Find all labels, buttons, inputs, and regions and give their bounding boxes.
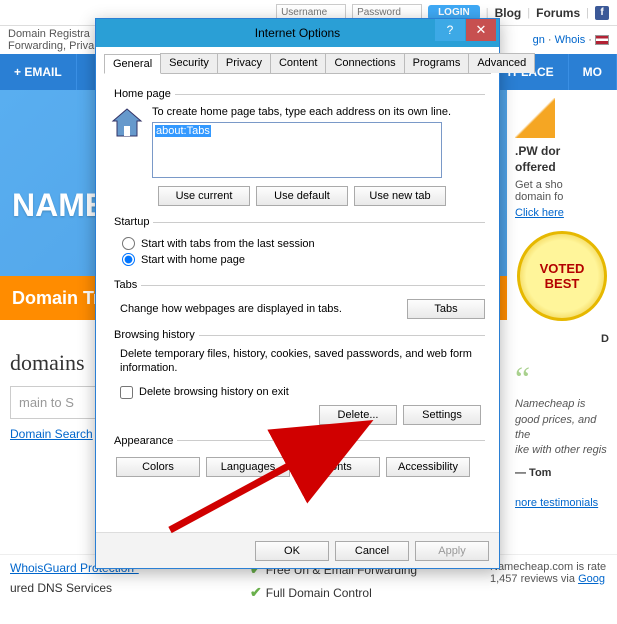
reviews-text: 1,457 reviews via [490, 573, 575, 585]
tab-connections[interactable]: Connections [325, 53, 404, 73]
nav-more[interactable]: MO [569, 54, 617, 90]
startup-last-session[interactable]: Start with tabs from the last session [122, 237, 485, 250]
homepage-textarea[interactable]: about:Tabs [152, 122, 442, 178]
tabs-desc: Change how webpages are displayed in tab… [110, 303, 342, 315]
delete-on-exit[interactable]: Delete browsing history on exit [120, 386, 485, 399]
promo-text: domain fo [515, 191, 563, 203]
more-testimonials-link[interactable]: nore testimonials [515, 497, 598, 509]
bh-legend: Browsing history [110, 329, 199, 341]
tagline: Domain Registra [8, 28, 90, 40]
facebook-icon[interactable]: f [595, 6, 609, 20]
check-icon: ✔ [250, 584, 262, 600]
close-button[interactable]: ✕ [466, 19, 496, 41]
new-ribbon-icon [515, 98, 555, 138]
adv-search-link[interactable]: Domain Search [10, 427, 93, 441]
sep: | [586, 7, 589, 19]
google-link[interactable]: Goog [578, 573, 605, 585]
d-label: D [515, 333, 609, 345]
radio-label: Start with home page [141, 254, 245, 266]
promo-text: Get a sho [515, 179, 563, 191]
browsing-history-group: Browsing history Delete temporary files,… [110, 329, 485, 425]
settings-button[interactable]: Settings [403, 405, 481, 425]
cancel-button[interactable]: Cancel [335, 541, 409, 561]
homepage-desc: To create home page tabs, type each addr… [152, 106, 485, 118]
dialog-titlebar[interactable]: Internet Options ? ✕ [96, 19, 499, 47]
dialog-title: Internet Options [255, 26, 340, 40]
tab-programs[interactable]: Programs [404, 53, 470, 73]
forums-link[interactable]: Forums [536, 6, 580, 20]
tab-security[interactable]: Security [160, 53, 218, 73]
bh-desc: Delete temporary files, history, cookies… [110, 347, 485, 380]
sep: | [486, 7, 489, 19]
colors-button[interactable]: Colors [116, 457, 200, 477]
startup-legend: Startup [110, 216, 153, 228]
help-button[interactable]: ? [435, 19, 465, 41]
voted-best-badge: VOTED BEST [517, 231, 607, 321]
dialog-footer: OK Cancel Apply [96, 532, 499, 568]
tab-advanced[interactable]: Advanced [468, 53, 535, 73]
testimonial-author: — Tom [515, 467, 609, 479]
badge-text: BEST [545, 276, 580, 291]
quote-mark-icon: “ [515, 361, 530, 398]
internet-options-dialog: Internet Options ? ✕ General Security Pr… [95, 18, 500, 569]
appearance-legend: Appearance [110, 435, 177, 447]
tab-general[interactable]: General [104, 54, 161, 74]
appearance-group: Appearance Colors Languages Fonts Access… [110, 435, 485, 477]
tab-privacy[interactable]: Privacy [217, 53, 271, 73]
startup-home-page[interactable]: Start with home page [122, 253, 485, 266]
home-icon [110, 106, 144, 140]
signin-link[interactable]: gn [533, 34, 545, 46]
click-here-link[interactable]: Click here [515, 207, 564, 219]
ok-button[interactable]: OK [255, 541, 329, 561]
flag-icon [595, 35, 609, 45]
promo-heading: offered [515, 160, 556, 174]
tagline: Forwarding, Priva [8, 40, 94, 52]
badge-text: VOTED [540, 261, 585, 276]
languages-button[interactable]: Languages [206, 457, 290, 477]
tabstrip: General Security Privacy Content Connect… [104, 53, 491, 74]
sep: | [527, 7, 530, 19]
testimonial-text: Namecheap is good prices, and the ike wi… [515, 397, 609, 459]
use-new-tab-button[interactable]: Use new tab [354, 186, 446, 206]
tab-content[interactable]: Content [270, 53, 327, 73]
tabs-button[interactable]: Tabs [407, 299, 485, 319]
dns-text: ured DNS Services [10, 581, 112, 595]
fonts-button[interactable]: Fonts [296, 457, 380, 477]
fdc-text: Full Domain Control [266, 586, 372, 600]
apply-button[interactable]: Apply [415, 541, 489, 561]
radio-home-page[interactable] [122, 253, 135, 266]
bg-right-column: .PW dor offered Get a shodomain fo Click … [507, 90, 617, 610]
radio-last-session[interactable] [122, 237, 135, 250]
tabs-group: Tabs Change how webpages are displayed i… [110, 279, 485, 319]
tabs-legend: Tabs [110, 279, 141, 291]
rated-text: Namecheap.com is rate [490, 561, 607, 573]
checkbox-label: Delete browsing history on exit [139, 386, 289, 398]
delete-button[interactable]: Delete... [319, 405, 397, 425]
homepage-legend: Home page [110, 88, 175, 100]
startup-group: Startup Start with tabs from the last se… [110, 216, 485, 269]
homepage-group: Home page To create home page tabs, type… [110, 88, 485, 206]
radio-label: Start with tabs from the last session [141, 238, 315, 250]
promo-heading: .PW dor [515, 144, 560, 158]
accessibility-button[interactable]: Accessibility [386, 457, 470, 477]
nav-email[interactable]: + EMAIL [0, 54, 77, 90]
whois-link[interactable]: Whois [555, 34, 586, 46]
use-default-button[interactable]: Use default [256, 186, 348, 206]
use-current-button[interactable]: Use current [158, 186, 250, 206]
delete-on-exit-checkbox[interactable] [120, 386, 133, 399]
